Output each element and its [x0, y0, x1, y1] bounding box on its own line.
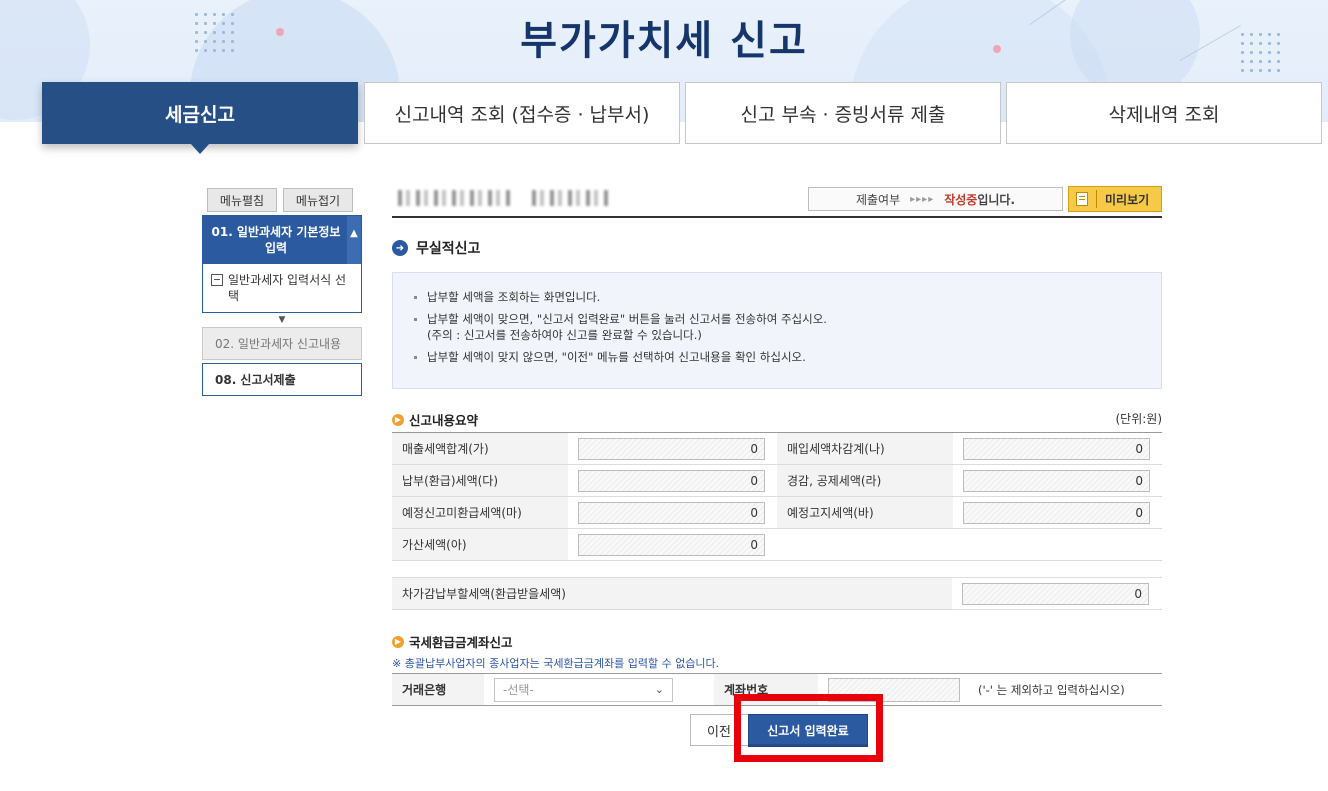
- submission-status: 제출여부 ▸▸▸▸ 작성중입니다.: [808, 187, 1063, 211]
- collapse-menu-button[interactable]: 메뉴접기: [283, 188, 353, 212]
- field-label: 매출세액합계(가): [392, 432, 568, 465]
- summary-title: 신고내용요약: [409, 413, 479, 428]
- field-label: 예정신고미환급세액(마): [392, 496, 568, 529]
- penalty-tax-field: 0: [578, 533, 765, 556]
- field-label: 예정고지세액(바): [777, 496, 953, 529]
- sidebar-controls: 메뉴펼침 메뉴접기: [207, 188, 362, 212]
- bullet-arrow-icon: ▶: [392, 413, 404, 426]
- tab-label: 삭제내역 조회: [1108, 103, 1220, 126]
- unit-label: (단위:원): [1115, 412, 1162, 426]
- main-tabs: 세금신고 신고내역 조회 (접수증 · 납부서) 신고 부속 · 증빙서류 제출…: [42, 82, 1322, 154]
- preview-button[interactable]: 미리보기: [1068, 186, 1162, 212]
- status-suffix: 입니다.: [977, 192, 1016, 207]
- sidebar-step-label: 01. 일반과세자 기본정보 입력: [211, 225, 341, 255]
- tab-deleted-history[interactable]: 삭제내역 조회: [1006, 82, 1322, 144]
- table-row: 차가감납부할세액(환급받을세액) 0: [392, 577, 1162, 610]
- input-tax-deduction-field: 0: [963, 437, 1150, 460]
- main-content: 제출여부 ▸▸▸▸ 작성중입니다. 미리보기 ➜ 무실적신고 납부할 세액을 조…: [392, 186, 1162, 706]
- table-row: 납부(환급)세액(다) 0 경감, 공제세액(라) 0: [392, 464, 1162, 497]
- sidebar-step-basic-info[interactable]: 01. 일반과세자 기본정보 입력 ▲: [203, 216, 361, 264]
- table-row: 매출세액합계(가) 0 매입세액차감계(나) 0: [392, 432, 1162, 465]
- bullet-arrow-icon: ▶: [392, 635, 404, 648]
- tab-attachments[interactable]: 신고 부속 · 증빙서류 제출: [685, 82, 1001, 144]
- summary-heading: ▶ 신고내용요약 (단위:원): [392, 410, 1162, 428]
- output-tax-total-field: 0: [578, 437, 765, 460]
- page-title: 부가가치세 신고: [520, 18, 808, 64]
- status-state: 작성중: [944, 192, 978, 207]
- tab-label: 세금신고: [165, 103, 235, 126]
- account-heading: ▶ 국세환급금계좌신고: [392, 632, 1162, 651]
- tab-label: 신고 부속 · 증빙서류 제출: [740, 103, 946, 126]
- table-row: 가산세액(아) 0: [392, 528, 1162, 561]
- notice-item: 납부할 세액이 맞지 않으면, "이전" 메뉴를 선택하여 신고내용을 확인 하…: [413, 349, 1141, 365]
- table-row: 예정신고미환급세액(마) 0 예정고지세액(바) 0: [392, 496, 1162, 529]
- minus-box-icon: [211, 274, 223, 286]
- divider: [1096, 190, 1097, 208]
- bank-select[interactable]: -선택- ⌄: [494, 677, 673, 702]
- notice-item: 납부할 세액을 조회하는 화면입니다.: [413, 289, 1141, 305]
- bank-select-value: -선택-: [503, 683, 534, 697]
- total-label: 차가감납부할세액(환급받을세액): [392, 577, 952, 610]
- action-buttons: 이전 신고서 입력완료: [690, 694, 890, 762]
- field-label: 매입세액차감계(나): [777, 432, 953, 465]
- sidebar-step-filing-content[interactable]: 02. 일반과세자 신고내용: [202, 327, 362, 360]
- tab-filing-history[interactable]: 신고내역 조회 (접수증 · 납부서): [364, 82, 680, 144]
- field-label: 가산세액(아): [392, 528, 568, 561]
- field-label: 납부(환급)세액(다): [392, 464, 568, 497]
- unrefunded-tax-field: 0: [578, 501, 765, 524]
- sidebar: 메뉴펼침 메뉴접기 01. 일반과세자 기본정보 입력 ▲ 일반과세자 입력서식…: [202, 188, 362, 396]
- account-note: ※ 총괄납부사업자의 종사업자는 국세환급금계좌를 입력할 수 없습니다.: [392, 657, 720, 670]
- tab-label: 신고내역 조회 (접수증 · 납부서): [394, 103, 650, 126]
- tab-tax-filing[interactable]: 세금신고: [42, 82, 358, 154]
- chevron-up-icon[interactable]: ▲: [347, 216, 361, 264]
- redacted-taxpayer-name: [398, 190, 510, 206]
- section-heading: ➜ 무실적신고: [392, 238, 1162, 258]
- document-icon: [1076, 192, 1088, 206]
- sidebar-item-form-select[interactable]: 일반과세자 입력서식 선택: [203, 264, 361, 312]
- notice-caution: (주의 : 신고서를 전송하여야 신고를 완료할 수 있습니다.): [427, 328, 702, 342]
- notice-item: 납부할 세액이 맞으면, "신고서 입력완료" 버튼을 눌러 신고서를 전송하여…: [413, 311, 1141, 327]
- final-payable-tax-field: 0: [962, 582, 1149, 605]
- section-title: 무실적신고: [416, 241, 481, 257]
- arrow-right-circle-icon: ➜: [392, 240, 408, 256]
- payable-tax-field: 0: [578, 469, 765, 492]
- summary-table: 매출세액합계(가) 0 매입세액차감계(나) 0 납부(환급)세액(다) 0 경…: [392, 432, 1162, 561]
- redacted-business-number: [532, 190, 608, 206]
- sidebar-step-submit[interactable]: 08. 신고서제출: [202, 363, 362, 396]
- active-tab-arrow: [190, 143, 210, 154]
- field-label: 경감, 공제세액(라): [777, 464, 953, 497]
- bank-label: 거래은행: [392, 673, 484, 706]
- sidebar-step-1-group: 01. 일반과세자 기본정보 입력 ▲ 일반과세자 입력서식 선택: [202, 215, 362, 313]
- down-arrow-icon: ▼: [278, 315, 286, 325]
- sidebar-item-label: 일반과세자 입력서식 선택: [228, 273, 347, 303]
- status-label: 제출여부: [855, 192, 901, 207]
- tax-reduction-field: 0: [963, 469, 1150, 492]
- preview-label: 미리보기: [1105, 192, 1150, 207]
- account-hint: ('-' 는 제외하고 입력하십시오): [970, 673, 1162, 706]
- status-arrows: ▸▸▸▸: [910, 193, 935, 205]
- notified-tax-field: 0: [963, 501, 1150, 524]
- submit-filing-button[interactable]: 신고서 입력완료: [748, 714, 868, 747]
- notice-box: 납부할 세액을 조회하는 화면입니다. 납부할 세액이 맞으면, "신고서 입력…: [392, 272, 1162, 389]
- taxpayer-info-bar: 제출여부 ▸▸▸▸ 작성중입니다. 미리보기: [392, 186, 1162, 218]
- total-table: 차가감납부할세액(환급받을세액) 0: [392, 577, 1162, 610]
- chevron-down-icon: ⌄: [654, 683, 664, 696]
- account-title: 국세환급금계좌신고: [409, 635, 513, 650]
- expand-menu-button[interactable]: 메뉴펼침: [207, 188, 277, 212]
